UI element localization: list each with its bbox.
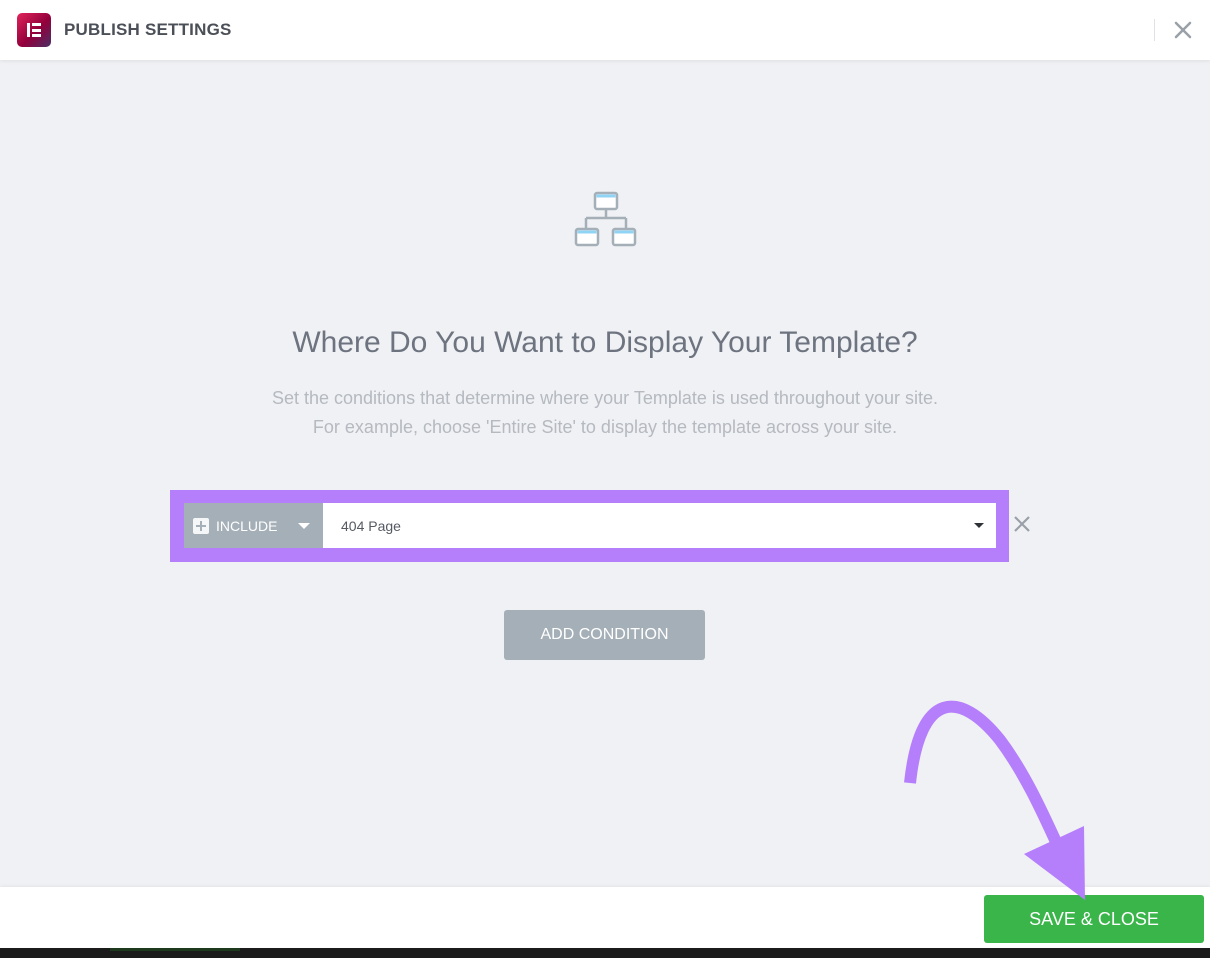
header-divider	[1154, 19, 1155, 41]
close-icon	[1174, 21, 1192, 39]
condition-row: INCLUDE 404 Page	[184, 503, 996, 548]
main-description: Set the conditions that determine where …	[0, 384, 1210, 442]
sitemap-hierarchy-icon	[574, 191, 637, 247]
main-heading: Where Do You Want to Display Your Templa…	[292, 326, 918, 359]
publish-settings-modal: PUBLISH SETTINGS Where Do You Want to Di…	[0, 0, 1210, 948]
taskbar-accent	[110, 948, 240, 951]
modal-header: PUBLISH SETTINGS	[0, 0, 1210, 60]
condition-type-value: INCLUDE	[216, 517, 278, 534]
plus-square-icon	[193, 517, 209, 534]
bottom-taskbar	[0, 948, 1210, 958]
add-condition-button[interactable]: ADD CONDITION	[504, 610, 705, 660]
save-and-close-button[interactable]: SAVE & CLOSE	[984, 895, 1204, 943]
condition-page-value: 404 Page	[341, 517, 401, 534]
condition-type-select[interactable]: INCLUDE	[184, 503, 323, 548]
close-icon	[1014, 516, 1030, 532]
close-button[interactable]	[1170, 17, 1196, 43]
remove-condition-button[interactable]	[1012, 514, 1032, 534]
condition-page-select[interactable]: 404 Page	[323, 503, 996, 548]
description-line-2: For example, choose 'Entire Site' to dis…	[312, 417, 898, 437]
chevron-down-icon	[298, 523, 310, 529]
chevron-down-icon	[974, 523, 984, 528]
elementor-logo-icon	[17, 13, 51, 47]
description-line-1: Set the conditions that determine where …	[271, 388, 939, 408]
modal-title: PUBLISH SETTINGS	[64, 20, 232, 39]
